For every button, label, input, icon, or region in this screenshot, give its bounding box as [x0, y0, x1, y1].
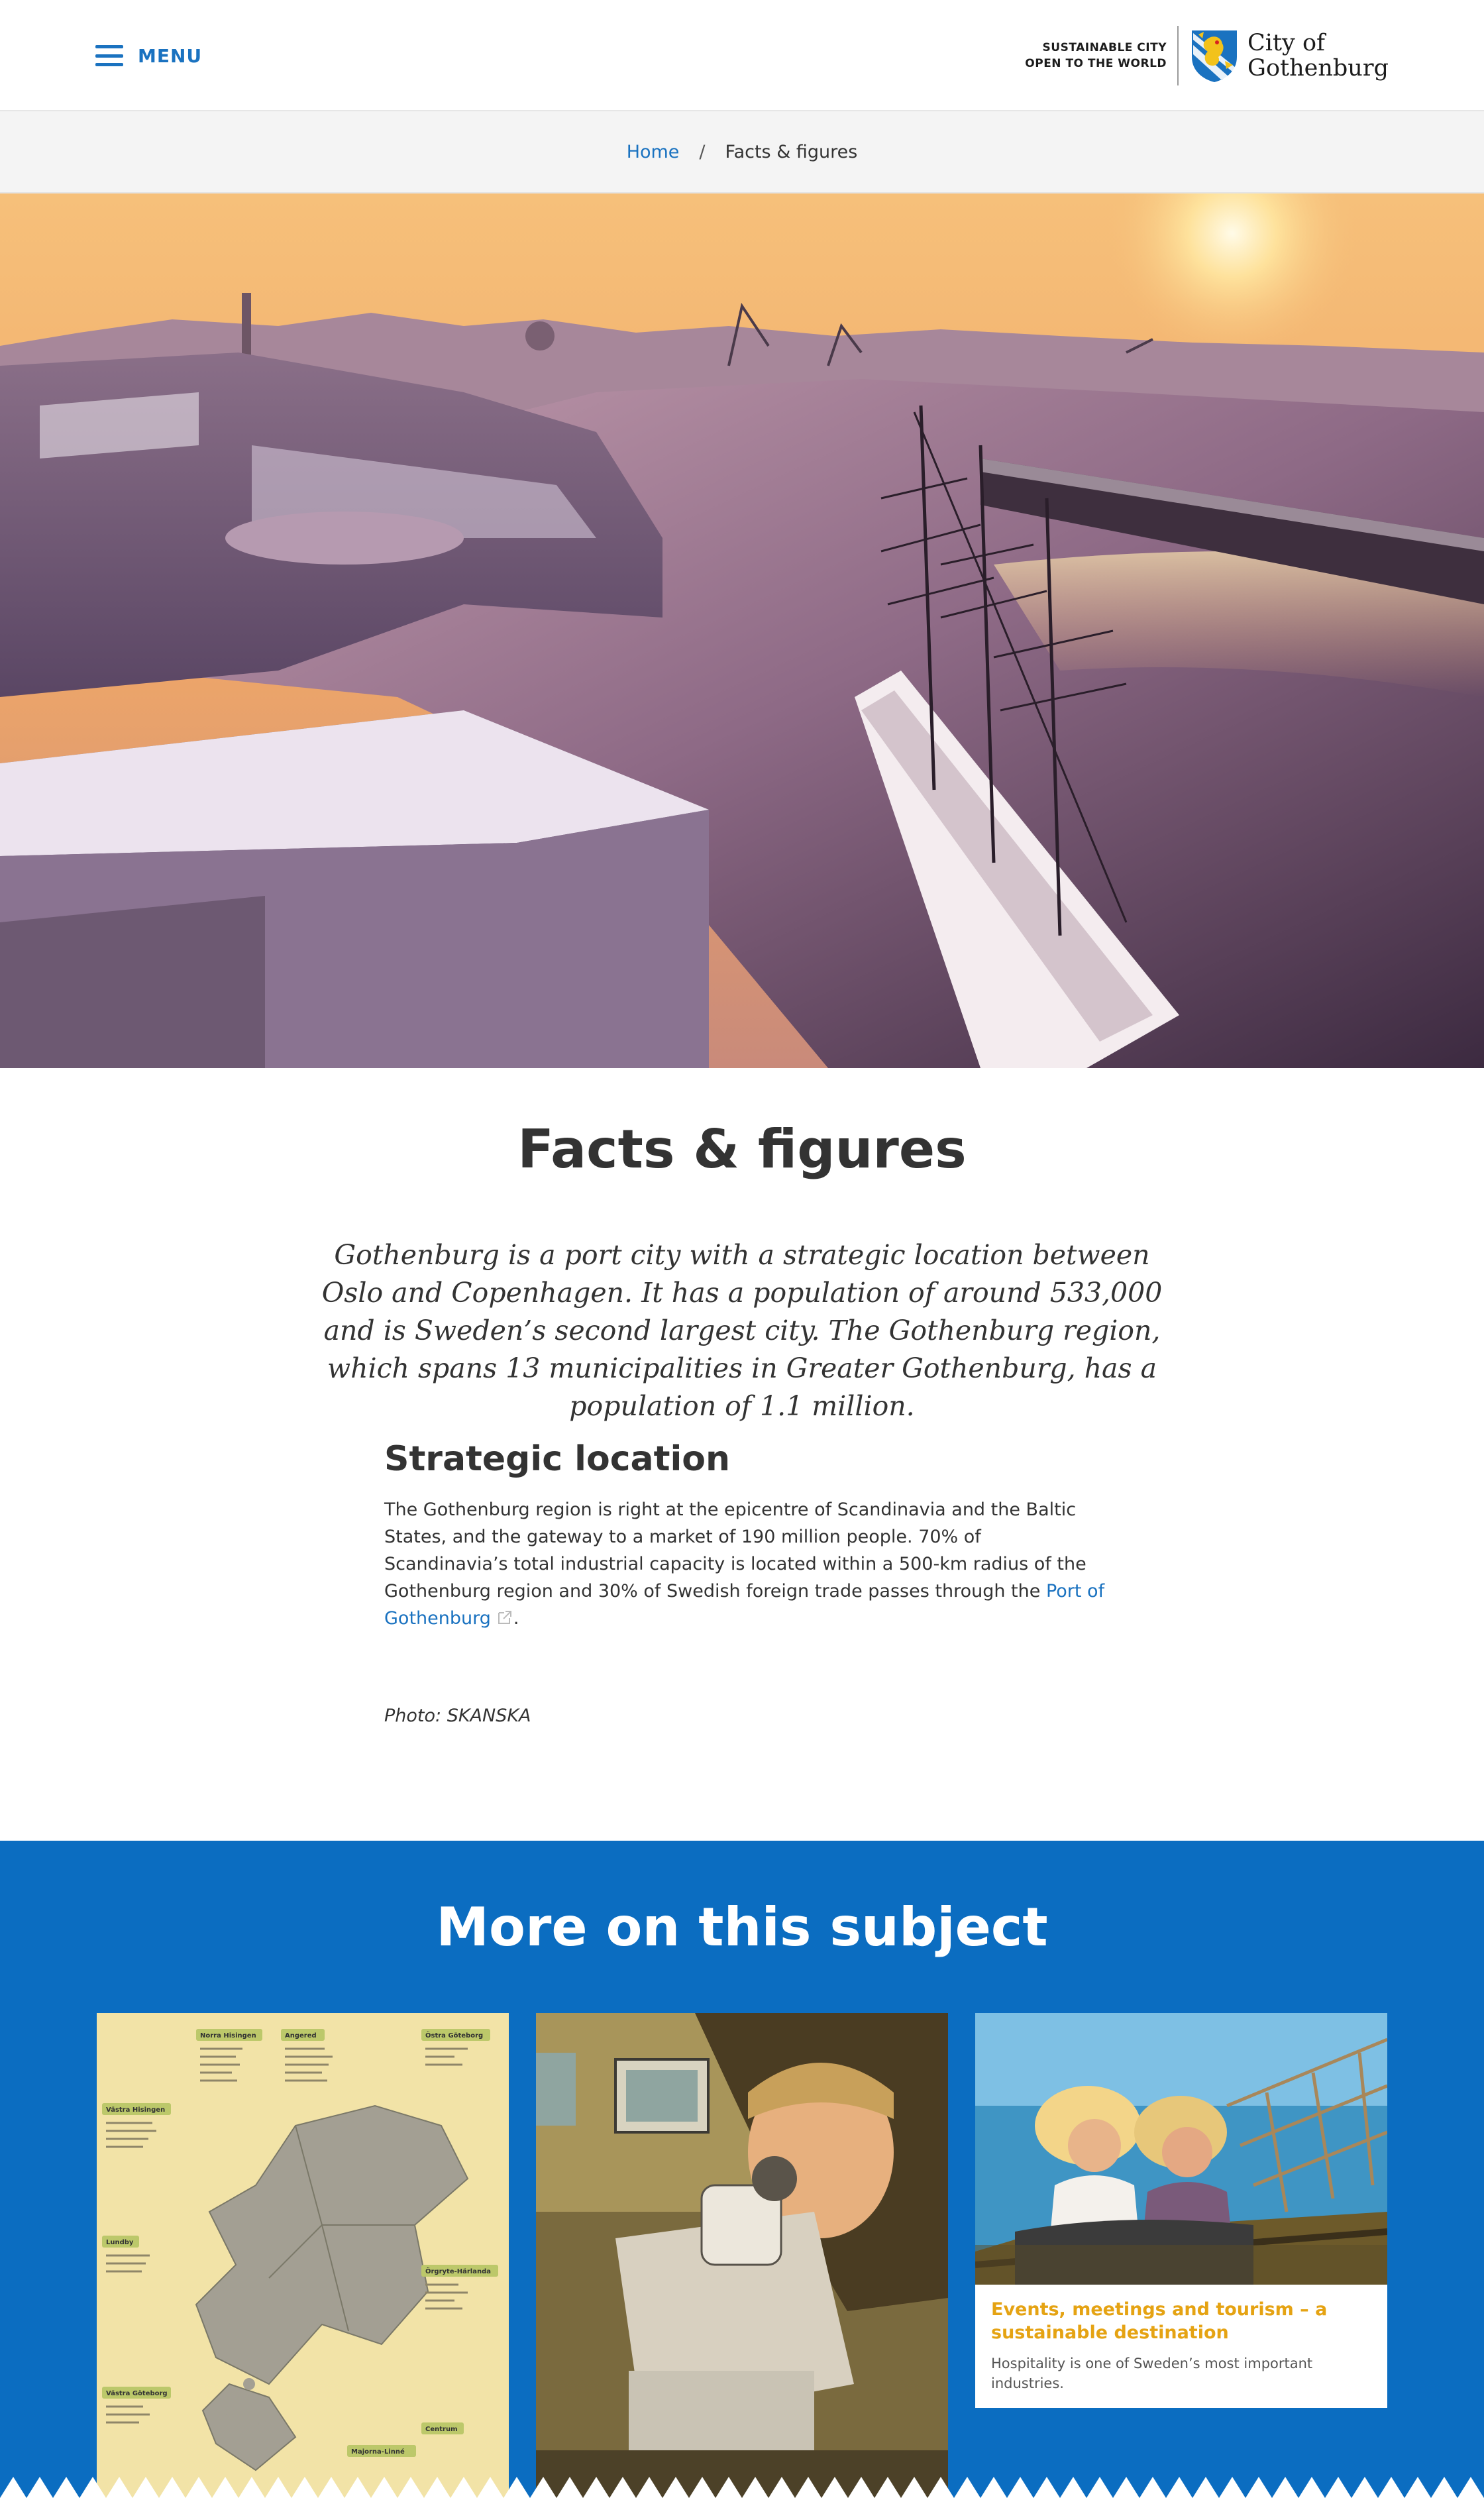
map-label-majorna-linne: Majorna-Linné: [351, 2448, 405, 2456]
district-map-card[interactable]: Norra Hisingen Angered Östra Göteborg Vä…: [97, 2013, 509, 2498]
logo-tagline: SUSTAINABLE CITY OPEN TO THE WORLD: [1025, 40, 1177, 72]
microscope-lab-card[interactable]: [536, 2013, 948, 2498]
coat-of-arms-icon: [1192, 30, 1238, 82]
external-link-icon: [498, 1611, 511, 1624]
map-label-vastra-hisingen: Västra Hisingen: [106, 2106, 165, 2114]
photo-credit: Photo: SKANSKA: [384, 1706, 531, 1726]
events-tourism-card[interactable]: Events, meetings and tourism – a sustain…: [975, 2013, 1387, 2408]
body-text: The Gothenburg region is right at the ep…: [384, 1499, 1086, 1602]
menu-button[interactable]: MENU: [95, 41, 202, 70]
map-label-ostra-goteborg: Östra Göteborg: [425, 2030, 483, 2039]
map-label-centrum: Centrum: [425, 2426, 458, 2433]
map-label-lundby: Lundby: [106, 2239, 134, 2246]
map-label-vastra-goteborg: Västra Göteborg: [106, 2390, 168, 2397]
logo-name: City of Gothenburg: [1247, 30, 1389, 81]
map-label-orgryte-harlanda: Örgryte-Härlanda: [425, 2266, 491, 2275]
logo-name-line-1: City of: [1247, 30, 1325, 56]
district-map-image: Norra Hisingen Angered Östra Göteborg Vä…: [97, 2013, 509, 2498]
logo-divider: [1177, 26, 1179, 85]
breadcrumb-home-link[interactable]: Home: [627, 142, 680, 162]
zigzag-divider: [0, 2477, 1484, 2498]
logo-name-line-2: Gothenburg: [1247, 55, 1389, 81]
more-on-this-subject: More on this subject Norra Hisingen Ange…: [0, 1841, 1484, 2498]
map-label-norra-hisingen: Norra Hisingen: [200, 2032, 256, 2039]
lead-paragraph: Gothenburg is a port city with a strateg…: [321, 1239, 1163, 1422]
site-header: MENU SUSTAINABLE CITY OPEN TO THE WORLD …: [0, 0, 1484, 111]
body-end: .: [513, 1608, 519, 1629]
site-logo[interactable]: SUSTAINABLE CITY OPEN TO THE WORLD City …: [1025, 25, 1389, 86]
hero-image: [0, 193, 1484, 1068]
menu-label: MENU: [138, 44, 203, 67]
more-title: More on this subject: [436, 1896, 1048, 1958]
harbor-photo: [0, 193, 1484, 1068]
breadcrumb-current: Facts & figures: [725, 141, 858, 162]
card-heading: Events, meetings and tourism – a sustain…: [991, 2299, 1328, 2343]
tagline-line-2: OPEN TO THE WORLD: [1025, 57, 1167, 70]
breadcrumb-separator: /: [699, 141, 706, 162]
microscope-lab-image: [536, 2013, 948, 2498]
breadcrumb: Home / Facts & figures: [0, 111, 1484, 193]
body-paragraph: The Gothenburg region is right at the ep…: [384, 1496, 1106, 1632]
rollercoaster-image: [975, 2013, 1387, 2285]
tagline-line-1: SUSTAINABLE CITY: [1042, 41, 1167, 54]
hamburger-icon: [95, 45, 123, 66]
section-heading: Strategic location: [384, 1439, 731, 1479]
page-title: Facts & figures: [517, 1118, 967, 1180]
map-label-angered: Angered: [285, 2032, 317, 2039]
card-text: Hospitality is one of Sweden’s most impo…: [991, 2356, 1313, 2391]
